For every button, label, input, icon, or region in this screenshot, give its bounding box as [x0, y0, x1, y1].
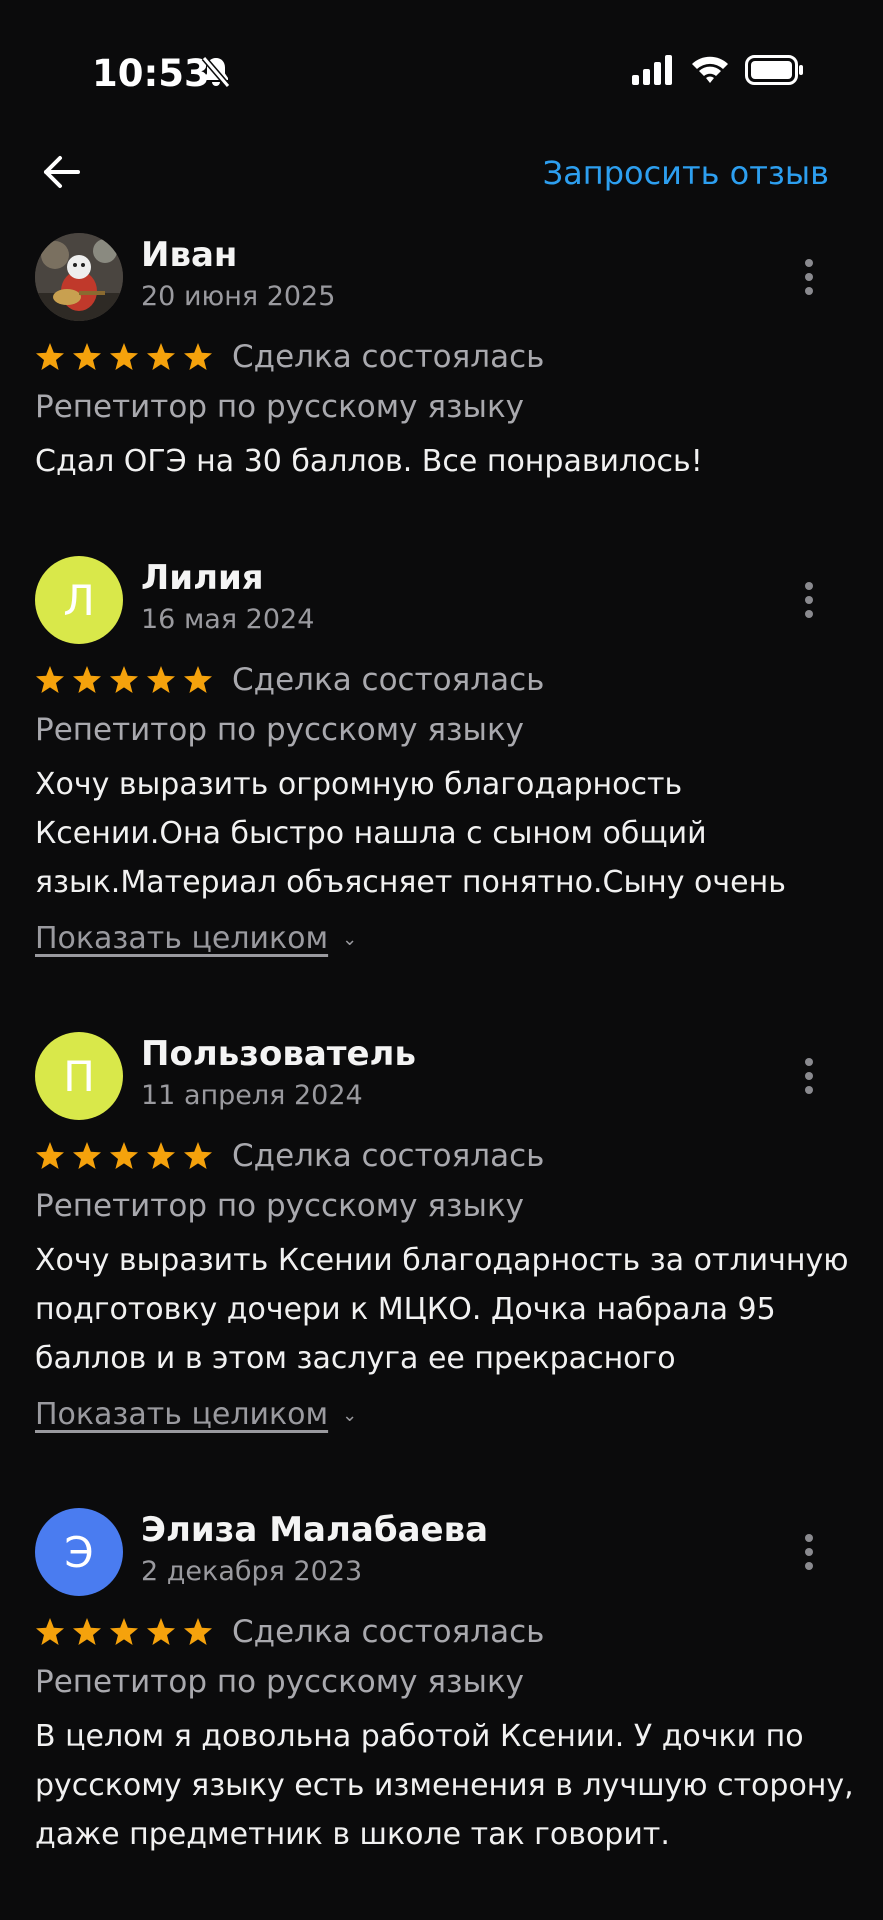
review-text-line: баллов и в этом заслуга ее прекрасного [35, 1341, 676, 1376]
review-text: В целом я довольна работой Ксении. У доч… [35, 1712, 855, 1859]
review-text-line: Хочу выразить огромную благодарность [35, 767, 683, 802]
more-vertical-icon [805, 582, 813, 618]
status-bar: 10:53 [0, 0, 883, 140]
deal-status: Сделка состоялась [232, 1614, 545, 1650]
more-options-button[interactable] [794, 1530, 824, 1574]
avatar[interactable]: Э [35, 1508, 123, 1596]
reviewer-name: Иван [141, 235, 238, 275]
more-options-button[interactable] [794, 1054, 824, 1098]
avatar-photo [35, 233, 123, 321]
review-subject: Репетитор по русскому языку [35, 389, 525, 425]
review-text-line: подготовку дочери к МЦКО. Дочка набрала … [35, 1292, 776, 1327]
avatar[interactable]: П [35, 1032, 123, 1120]
chevron-down-icon: ⌄ [342, 1405, 358, 1426]
deal-status: Сделка состоялась [232, 1138, 545, 1174]
show-full-label: Показать целиком [35, 921, 329, 956]
back-button[interactable] [38, 148, 86, 196]
avatar-initial: Э [64, 1527, 94, 1577]
review-subject: Репетитор по русскому языку [35, 1664, 525, 1700]
review-date: 11 апреля 2024 [141, 1080, 363, 1111]
wifi-icon [690, 52, 730, 90]
review-date: 20 июня 2025 [141, 281, 336, 312]
review-text-line: язык.Материал объясняет понятно.Сыну оче… [35, 865, 786, 900]
rating-stars [35, 1140, 217, 1178]
show-full-link[interactable]: Показать целиком ⌄ [35, 1397, 357, 1432]
review-text: Сдал ОГЭ на 30 баллов. Все понравилось! [35, 437, 855, 486]
review-text-line: даже предметник в школе так говорит. [35, 1817, 670, 1852]
review-text: Хочу выразить огромную благодарность Ксе… [35, 760, 855, 907]
review-subject: Репетитор по русскому языку [35, 1188, 525, 1224]
rating-stars [35, 341, 217, 379]
bell-muted-icon [200, 54, 232, 94]
avatar-initial: П [63, 1051, 95, 1101]
deal-status: Сделка состоялась [232, 662, 545, 698]
more-vertical-icon [805, 259, 813, 295]
avatar[interactable]: Л [35, 556, 123, 644]
chevron-down-icon: ⌄ [342, 929, 358, 950]
rating-stars [35, 664, 217, 702]
avatar[interactable] [35, 233, 123, 321]
review-text-line: В целом я довольна работой Ксении. У доч… [35, 1719, 804, 1754]
review-date: 2 декабря 2023 [141, 1556, 363, 1587]
more-vertical-icon [805, 1534, 813, 1570]
review-subject: Репетитор по русскому языку [35, 712, 525, 748]
arrow-left-icon [44, 156, 80, 188]
reviewer-name: Пользователь [141, 1034, 416, 1074]
more-vertical-icon [805, 1058, 813, 1094]
rating-stars [35, 1616, 217, 1654]
reviewer-name: Лилия [141, 558, 264, 598]
review-text-line: Сдал ОГЭ на 30 баллов. Все понравилось! [35, 444, 703, 479]
review-text-line: Ксении.Она быстро нашла с сыном общий [35, 816, 707, 851]
show-full-link[interactable]: Показать целиком ⌄ [35, 921, 357, 956]
review-text-line: Хочу выразить Ксении благодарность за от… [35, 1243, 849, 1278]
request-review-button[interactable]: Запросить отзыв [543, 154, 829, 192]
battery-icon [745, 54, 805, 90]
review-text-line: русскому языку есть изменения в лучшую с… [35, 1768, 854, 1803]
more-options-button[interactable] [794, 578, 824, 622]
cellular-signal-icon [632, 54, 676, 90]
review-date: 16 мая 2024 [141, 604, 315, 635]
deal-status: Сделка состоялась [232, 339, 545, 375]
review-text: Хочу выразить Ксении благодарность за от… [35, 1236, 855, 1383]
status-time: 10:53 [92, 52, 210, 95]
reviewer-name: Элиза Малабаева [141, 1510, 489, 1550]
more-options-button[interactable] [794, 255, 824, 299]
show-full-label: Показать целиком [35, 1397, 329, 1432]
avatar-initial: Л [63, 575, 95, 625]
